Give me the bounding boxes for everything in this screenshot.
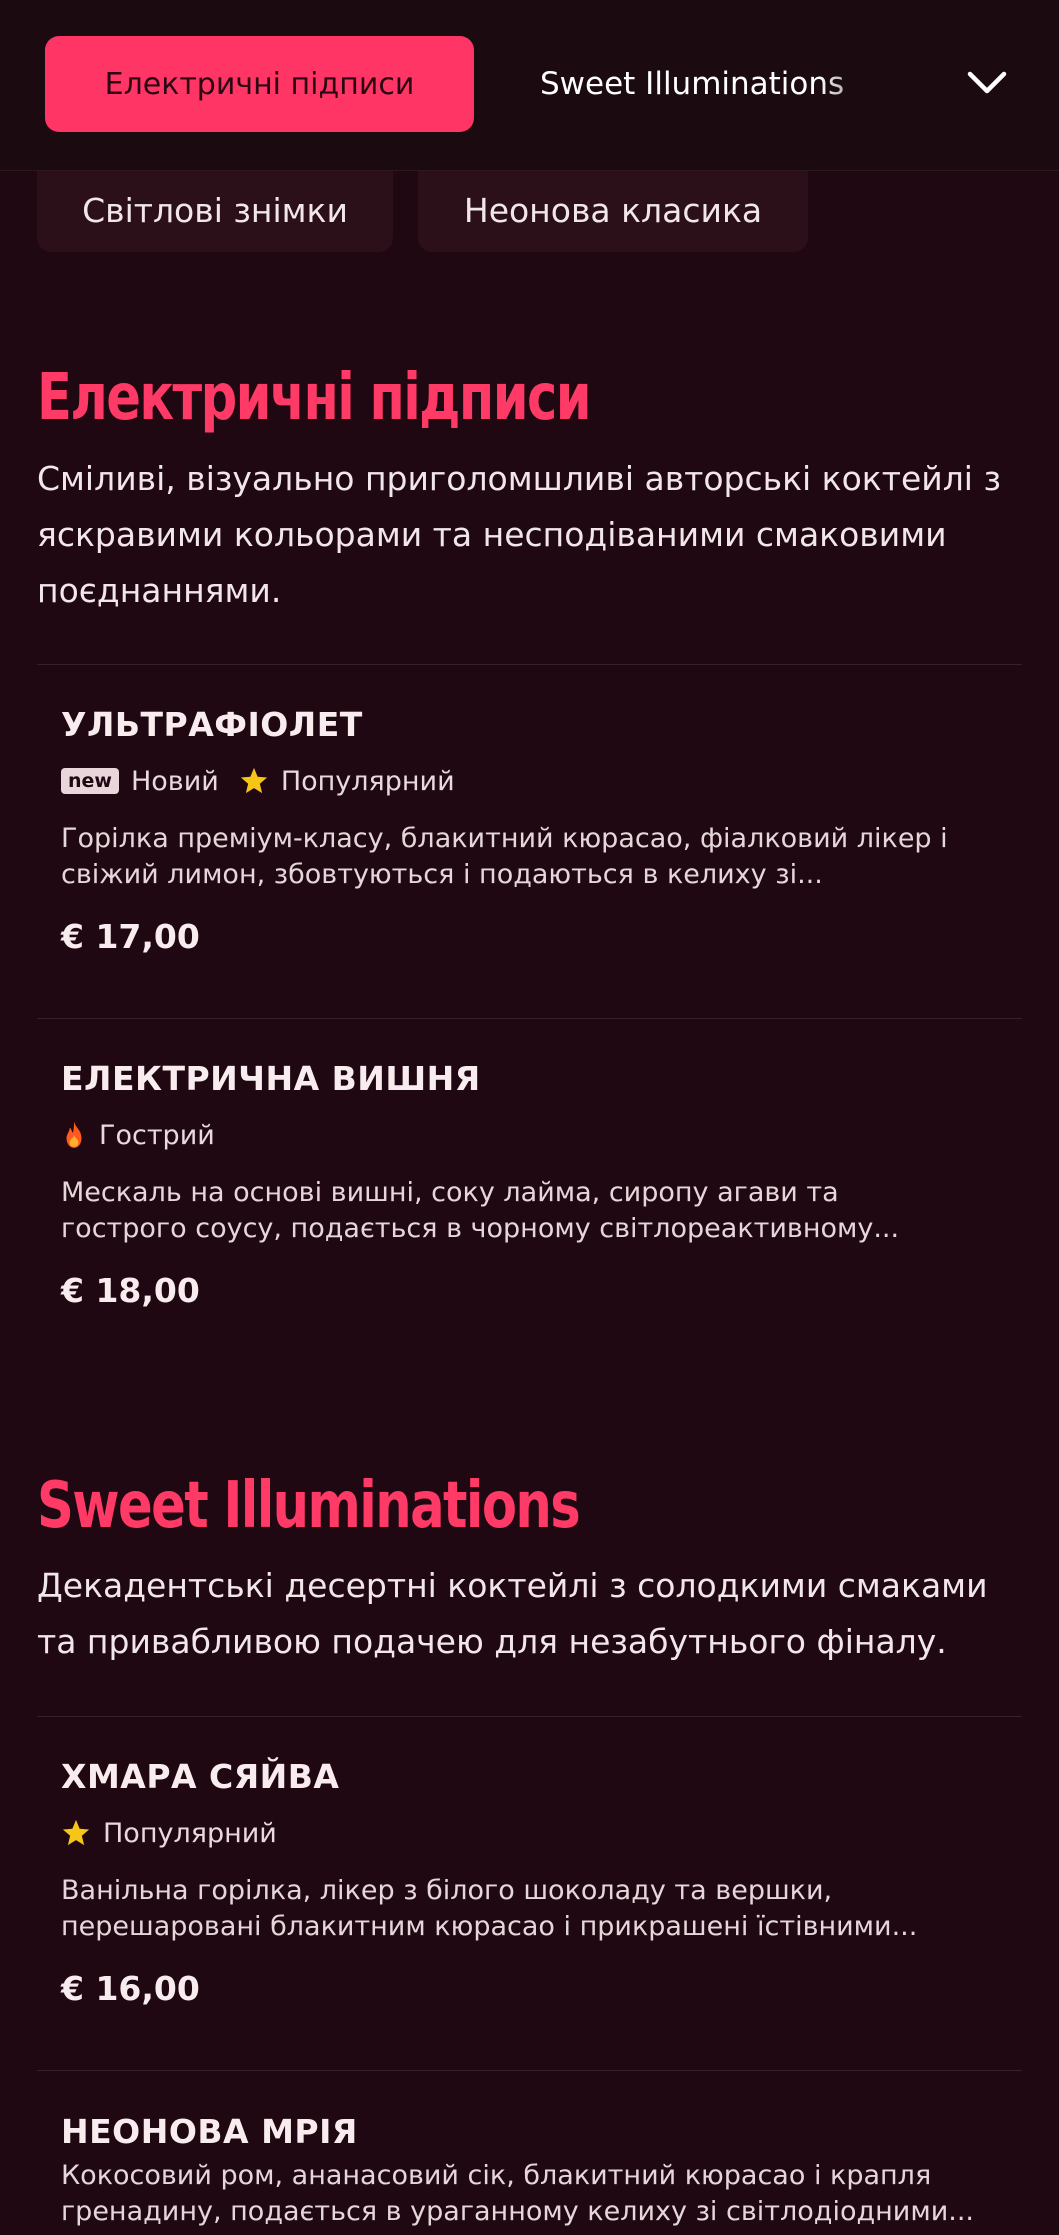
- item-description-line: Мескаль на основі вишні, соку лайма, сир…: [61, 1177, 839, 1208]
- item-name: ХМАРА СЯЙВА: [61, 1757, 340, 1796]
- item-description-line: свіжий лимон, збовтуються і подаються в …: [61, 859, 823, 890]
- item-description: Ванільна горілка, лікер з білого шоколад…: [61, 1873, 1011, 1945]
- divider: [37, 1716, 1022, 1717]
- divider: [37, 2070, 1022, 2071]
- menu-item[interactable]: НЕОНОВА МРІЯ Кокосовий ром, ананасовий с…: [61, 2112, 1011, 2230]
- section-title: Sweet Illuminations: [37, 1469, 581, 1543]
- category-nav-bar: Електричні підписи Sweet Illuminations: [0, 0, 1059, 171]
- badge-label-spicy: Гострий: [99, 1119, 215, 1151]
- star-icon: [240, 767, 267, 794]
- divider: [37, 664, 1022, 665]
- item-description-line: Горілка преміум-класу, блакитний кюрасао…: [61, 823, 948, 854]
- fire-icon: [66, 1121, 82, 1148]
- tab-sweet-illuminations[interactable]: Sweet Illuminations: [540, 36, 880, 132]
- item-price: € 18,00: [61, 1271, 200, 1310]
- item-badges: Популярний: [61, 1815, 1011, 1851]
- item-description-line: гострого соусу, подається в чорному світ…: [61, 1213, 900, 1244]
- badge-label-new: Новий: [130, 765, 219, 797]
- star-icon: [62, 1819, 90, 1846]
- chevron-down-icon[interactable]: [962, 58, 1012, 108]
- badge-label-popular: Популярний: [280, 765, 455, 797]
- item-description-line: Кокосовий ром, ананасовий сік, блакитний…: [61, 2160, 932, 2191]
- section-title: Електричні підписи: [37, 361, 592, 435]
- item-description-line: Ванільна горілка, лікер з білого шоколад…: [61, 1875, 833, 1906]
- item-name: ЕЛЕКТРИЧНА ВИШНЯ: [61, 1059, 481, 1098]
- item-description: Мескаль на основі вишні, соку лайма, сир…: [61, 1175, 1011, 1247]
- section-description: Сміливі, візуально приголомшливі авторсь…: [37, 459, 1002, 610]
- divider: [37, 1018, 1022, 1019]
- menu-item[interactable]: УЛЬТРАФІОЛЕТ new Новий Популярний Горілк…: [61, 705, 1011, 957]
- tab-electric-signatures[interactable]: Електричні підписи: [45, 36, 474, 132]
- item-description-line: перешаровані блакитним кюрасао і прикраш…: [61, 1911, 918, 1942]
- item-price: € 17,00: [61, 917, 200, 956]
- item-badges: new Новий Популярний: [61, 763, 1011, 799]
- tab-neon-classics[interactable]: Неонова класика: [418, 168, 808, 252]
- badge-label-popular: Популярний: [103, 1817, 277, 1849]
- item-description: Горілка преміум-класу, блакитний кюрасао…: [61, 821, 1011, 893]
- tab-light-shots[interactable]: Світлові знімки: [37, 168, 393, 252]
- item-name: УЛЬТРАФІОЛЕТ: [61, 705, 363, 744]
- item-name: НЕОНОВА МРІЯ: [61, 2112, 358, 2151]
- item-badges: Гострий: [61, 1117, 1011, 1153]
- menu-item[interactable]: ЕЛЕКТРИЧНА ВИШНЯ Гострий Мескаль на осно…: [61, 1059, 1011, 1311]
- new-badge: new: [61, 768, 119, 794]
- item-price: € 16,00: [61, 1969, 200, 2008]
- section-description: Декадентські десертні коктейлі з солодки…: [37, 1566, 988, 1661]
- item-description-line: гренадину, подається в ураганному келиху…: [61, 2196, 974, 2227]
- item-description: Кокосовий ром, ананасовий сік, блакитний…: [61, 2158, 1011, 2230]
- menu-item[interactable]: ХМАРА СЯЙВА Популярний Ванільна горілка,…: [61, 1757, 1011, 2009]
